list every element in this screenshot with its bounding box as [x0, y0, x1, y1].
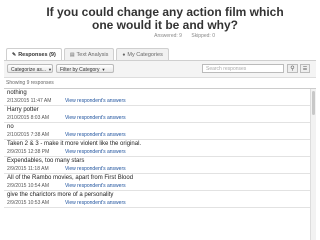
response-text: Taken 2 & 3 - make it more violent like …	[7, 141, 142, 147]
search-button[interactable]: ⚲	[287, 64, 298, 73]
response-date: 2/10/2015 7:38 AM	[7, 131, 49, 138]
response-date: 2/13/2015 11:47 AM	[7, 97, 52, 104]
more-options-button[interactable]: ☰	[300, 64, 310, 73]
response-date: 2/9/2015 10:53 AM	[7, 199, 49, 206]
chart-icon: ▤	[69, 51, 75, 58]
tab-text-analysis-label: Text Analysis	[76, 51, 109, 58]
filter-category-label: Filter by Category	[60, 67, 100, 73]
view-answers-link[interactable]: View respondent's answers	[65, 200, 126, 206]
menu-icon: ☰	[302, 66, 308, 72]
question-title: If you could change any action film whic…	[40, 6, 290, 32]
view-answers-link[interactable]: View respondent's answers	[65, 183, 126, 189]
showing-count: Showing 9 responses	[6, 80, 54, 86]
response-row: Harry potter 2/10/2015 8:03 AM View respo…	[4, 106, 316, 123]
view-answers-link[interactable]: View respondent's answers	[65, 98, 126, 104]
response-row: Taken 2 & 3 - make it more violent like …	[4, 140, 316, 157]
response-row: nothing 2/13/2015 11:47 AM View responden…	[4, 89, 316, 106]
response-date: 2/9/2015 11:18 AM	[7, 165, 49, 172]
tab-bar: ✎ Responses (9) ▤ Text Analysis ● My Cat…	[6, 48, 171, 60]
response-text: give the charictors more of a personalit…	[7, 192, 114, 198]
search-placeholder: Search responses	[206, 66, 247, 72]
response-date: 2/9/2015 12:38 PM	[7, 148, 50, 155]
response-text: Expendables, too many stars	[7, 158, 85, 164]
speech-bubble-icon: ✎	[12, 51, 17, 58]
skipped-count: Skipped: 0	[191, 33, 215, 39]
tab-responses-label: Responses (9)	[18, 51, 56, 58]
chevron-down-icon: ▼	[101, 67, 106, 72]
response-text: All of the Rambo movies, apart from Firs…	[7, 175, 134, 181]
tab-my-categories-label: My Categories	[127, 51, 163, 58]
response-row: All of the Rambo movies, apart from Firs…	[4, 174, 316, 191]
answered-count: Answered: 9	[154, 33, 182, 39]
response-date: 2/10/2015 8:03 AM	[7, 114, 49, 121]
categorize-dropdown-label: Categorize as...	[11, 67, 47, 73]
view-answers-link[interactable]: View respondent's answers	[65, 149, 126, 155]
tab-my-categories[interactable]: ● My Categories	[116, 48, 169, 60]
response-date: 2/9/2015 10:54 AM	[7, 182, 49, 189]
response-row: no 2/10/2015 7:38 AM View respondent's an…	[4, 123, 316, 140]
tab-text-analysis[interactable]: ▤ Text Analysis	[63, 48, 115, 60]
view-answers-link[interactable]: View respondent's answers	[65, 115, 126, 121]
categorize-dropdown[interactable]: Categorize as... ▼	[7, 64, 53, 73]
response-text: nothing	[7, 90, 27, 96]
view-answers-link[interactable]: View respondent's answers	[65, 132, 126, 138]
magnifier-icon: ⚲	[290, 66, 295, 72]
response-text: no	[7, 124, 14, 130]
response-row: give the charictors more of a personalit…	[4, 191, 316, 208]
tab-responses[interactable]: ✎ Responses (9)	[6, 48, 62, 60]
chevron-down-icon: ▼	[48, 67, 52, 72]
response-stats: Answered: 9 Skipped: 0	[0, 33, 320, 39]
filter-category-dropdown[interactable]: Filter by Category ▼	[56, 64, 114, 73]
search-input[interactable]: Search responses	[202, 64, 284, 73]
responses-toolbar: Categorize as... ▼ Filter by Category ▼ Se…	[4, 61, 316, 78]
response-list: nothing 2/13/2015 11:47 AM View responden…	[4, 88, 316, 240]
response-text: Harry potter	[7, 107, 39, 113]
response-row: Expendables, too many stars 2/9/2015 11:…	[4, 157, 316, 174]
view-answers-link[interactable]: View respondent's answers	[65, 166, 126, 172]
tag-icon: ●	[122, 51, 126, 58]
scrollbar-thumb[interactable]	[312, 91, 315, 115]
response-list-scrollbar[interactable]	[310, 89, 316, 240]
question-line-2: one would it be and why?	[92, 18, 238, 32]
